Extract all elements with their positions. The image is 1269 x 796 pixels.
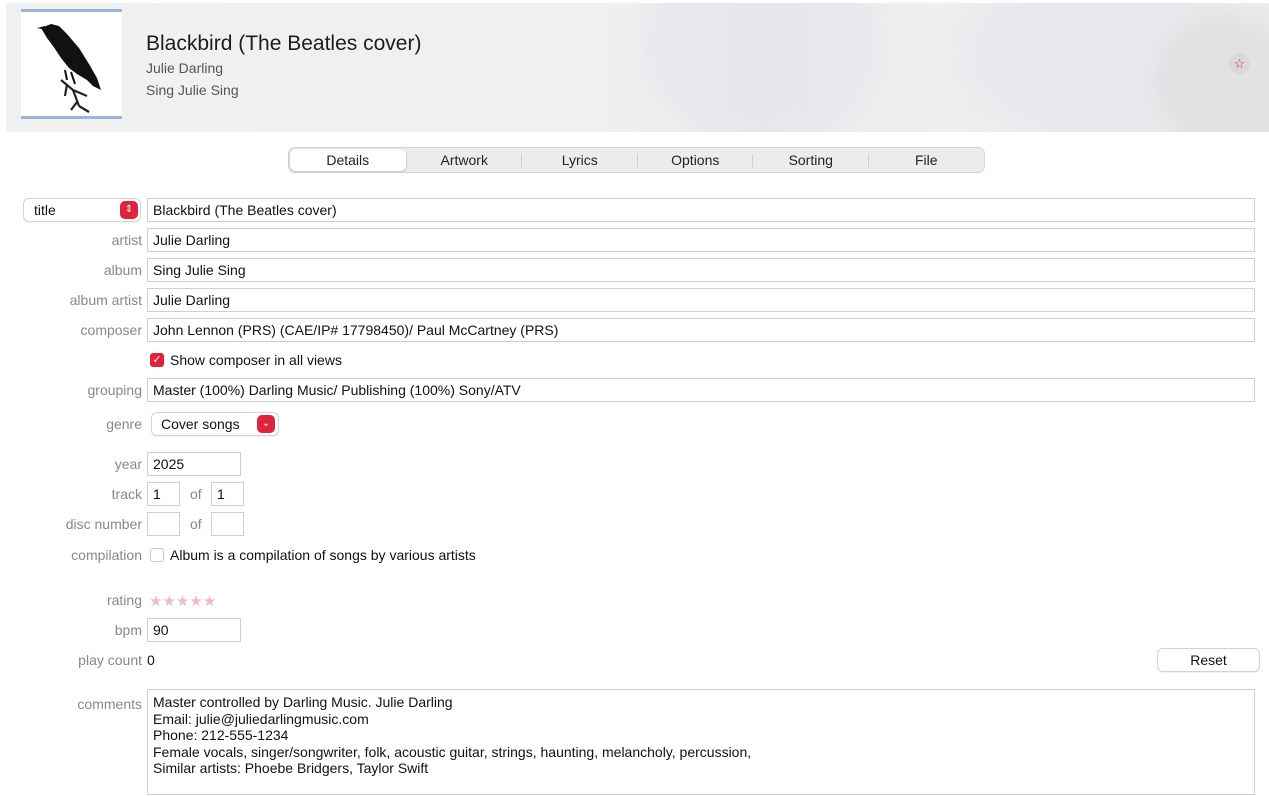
star-icon[interactable]: ☆ <box>1229 53 1250 74</box>
track-of-label: of <box>190 486 202 502</box>
tab-lyrics[interactable]: Lyrics <box>522 148 638 172</box>
tab-sorting[interactable]: Sorting <box>753 148 869 172</box>
artist-input[interactable]: Julie Darling <box>147 228 1255 252</box>
blackbird-artwork-icon <box>37 24 101 113</box>
title-selector-value: title <box>34 202 56 218</box>
comments-line: Female vocals, singer/songwriter, folk, … <box>153 743 752 760</box>
tab-label: Artwork <box>440 152 488 168</box>
composer-input[interactable]: John Lennon (PRS) (CAE/IP# 17798450)/ Pa… <box>147 318 1255 342</box>
album-label: album <box>103 262 142 278</box>
year-label: year <box>114 456 142 472</box>
header-artist: Julie Darling <box>146 60 224 76</box>
composer-label: composer <box>80 322 142 338</box>
disc-of-label: of <box>190 516 202 532</box>
rating-stars[interactable]: ★★★★★ <box>149 592 216 610</box>
comments-label: comments <box>77 696 142 712</box>
star-icon[interactable]: ★ <box>149 593 162 610</box>
title-field-selector[interactable]: title ⇕ <box>23 198 141 222</box>
tab-file[interactable]: File <box>869 148 985 172</box>
tab-label: Details <box>326 152 370 168</box>
comments-line: Email: julie@juliedarlingmusic.com <box>153 710 369 727</box>
star-icon[interactable]: ★ <box>189 593 202 610</box>
album-artist-label: album artist <box>69 292 142 308</box>
header-album: Sing Julie Sing <box>146 82 239 98</box>
disc-number-input[interactable] <box>147 512 180 536</box>
album-artist-input[interactable]: Julie Darling <box>147 288 1255 312</box>
genre-popup[interactable]: Cover songs ⌄ <box>151 412 279 436</box>
header-song-title: Blackbird (The Beatles cover) <box>146 32 422 55</box>
compilation-label: compilation <box>71 547 142 563</box>
year-input[interactable]: 2025 <box>147 452 241 476</box>
tab-label: File <box>914 152 938 168</box>
album-input[interactable]: Sing Julie Sing <box>147 258 1255 282</box>
play-count-value: 0 <box>147 652 155 668</box>
disc-total-input[interactable] <box>211 512 244 536</box>
tab-artwork[interactable]: Artwork <box>407 148 522 172</box>
rating-label: rating <box>106 592 142 608</box>
grouping-label: grouping <box>87 382 143 398</box>
updown-chevron-icon: ⇕ <box>120 201 138 219</box>
comments-line: Master controlled by Darling Music. Juli… <box>153 694 453 710</box>
star-icon[interactable]: ★ <box>203 593 216 610</box>
bpm-label: bpm <box>114 622 142 638</box>
star-icon[interactable]: ★ <box>176 593 189 610</box>
comments-line: Similar artists: Phoebe Bridgers, Taylor… <box>153 760 429 776</box>
artist-label: artist <box>111 232 142 248</box>
track-total-input[interactable]: 1 <box>211 482 244 506</box>
genre-value: Cover songs <box>161 416 240 432</box>
show-composer-text: Show composer in all views <box>170 352 342 368</box>
compilation-text: Album is a compilation of songs by vario… <box>170 547 476 563</box>
tab-details[interactable]: Details <box>290 149 406 171</box>
disc-number-label: disc number <box>65 516 142 532</box>
tab-bar: Details Artwork Lyrics Options Sorting F… <box>288 147 985 173</box>
bpm-input[interactable]: 90 <box>147 618 241 642</box>
track-label: track <box>111 486 142 502</box>
tab-label: Sorting <box>788 152 833 168</box>
star-icon[interactable]: ★ <box>162 593 175 610</box>
album-artwork[interactable] <box>21 9 122 119</box>
tab-label: Lyrics <box>561 152 598 168</box>
reset-button[interactable]: Reset <box>1157 648 1260 672</box>
header-background-blob <box>646 3 876 132</box>
title-input[interactable]: Blackbird (The Beatles cover) <box>147 198 1255 222</box>
play-count-label: play count <box>78 652 142 668</box>
tab-label: Options <box>671 152 720 168</box>
genre-label: genre <box>106 416 142 432</box>
comments-line: Phone: 212-555-1234 <box>153 727 289 743</box>
chevron-down-icon: ⌄ <box>257 415 275 433</box>
tab-options[interactable]: Options <box>638 148 753 172</box>
track-number-input[interactable]: 1 <box>147 482 180 506</box>
grouping-input[interactable]: Master (100%) Darling Music/ Publishing … <box>147 378 1255 402</box>
compilation-checkbox[interactable] <box>150 548 164 562</box>
comments-textarea[interactable]: Master controlled by Darling Music. Juli… <box>147 689 1255 795</box>
show-composer-checkbox[interactable]: ✓ <box>150 353 164 367</box>
